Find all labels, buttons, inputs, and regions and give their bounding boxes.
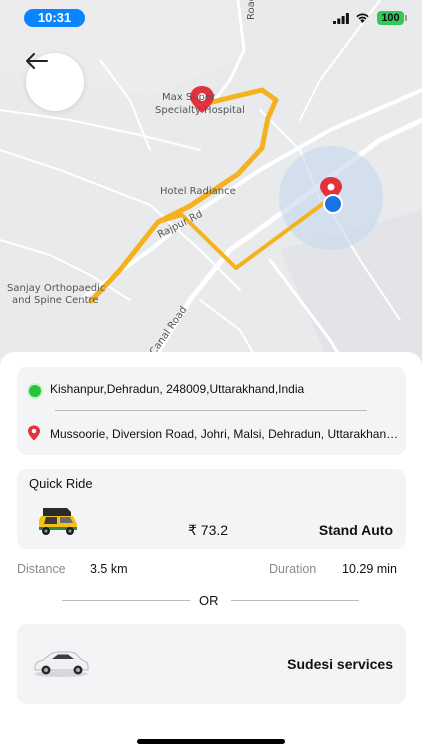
signal-icon [333, 13, 349, 24]
status-bar: 10:31 100 [0, 0, 422, 36]
quick-ride-title: Quick Ride [29, 476, 93, 491]
vehicle-type: Stand Auto [318, 522, 393, 538]
map-label-ortho: Sanjay Orthopaedic [7, 283, 106, 294]
or-divider-left [62, 600, 190, 601]
auto-rickshaw-icon [39, 508, 77, 535]
wifi-icon [356, 13, 369, 23]
back-button[interactable] [26, 53, 84, 111]
home-indicator[interactable] [137, 739, 285, 744]
service-name: Sudesi services [287, 656, 393, 672]
or-divider-right [231, 600, 359, 601]
pickup-dot-icon [29, 385, 41, 397]
map-label-ortho-line2: and Spine Centre [12, 295, 99, 306]
fare-amount: ₹ 73.2 [188, 522, 229, 538]
status-time: 10:31 [24, 9, 85, 27]
arrow-left-icon [26, 53, 48, 69]
address-divider [55, 410, 367, 411]
map-label-hospital-line2: Specialty Hospital [155, 105, 245, 116]
quick-ride-card[interactable]: Quick Ride ₹ 73.2 Stand Auto [17, 469, 406, 549]
pickup-address[interactable]: Kishanpur,Dehradun, 248009,Uttarakhand,I… [50, 382, 304, 396]
distance-label: Distance [17, 562, 66, 576]
address-card: Kishanpur,Dehradun, 248009,Uttarakhand,I… [17, 367, 406, 455]
drop-address[interactable]: Mussoorie, Diversion Road, Johri, Malsi,… [50, 427, 400, 441]
service-card[interactable]: Sudesi services [17, 624, 406, 704]
distance-value: 3.5 km [90, 562, 128, 576]
map-label-hotel: Hotel Radiance [160, 186, 236, 197]
map-view[interactable]: Max Super Specialty Hospital Hotel Radia… [0, 0, 422, 365]
battery-icon: 100 [377, 11, 407, 25]
map-label-hospital: Max Super [162, 92, 216, 103]
drop-pin-icon [28, 425, 40, 441]
duration-value: 10.29 min [342, 562, 397, 576]
or-separator: OR [199, 593, 219, 608]
car-icon [34, 651, 89, 677]
ride-details-sheet: Kishanpur,Dehradun, 248009,Uttarakhand,I… [0, 352, 422, 750]
current-location-dot [323, 194, 343, 214]
duration-label: Duration [269, 562, 317, 576]
